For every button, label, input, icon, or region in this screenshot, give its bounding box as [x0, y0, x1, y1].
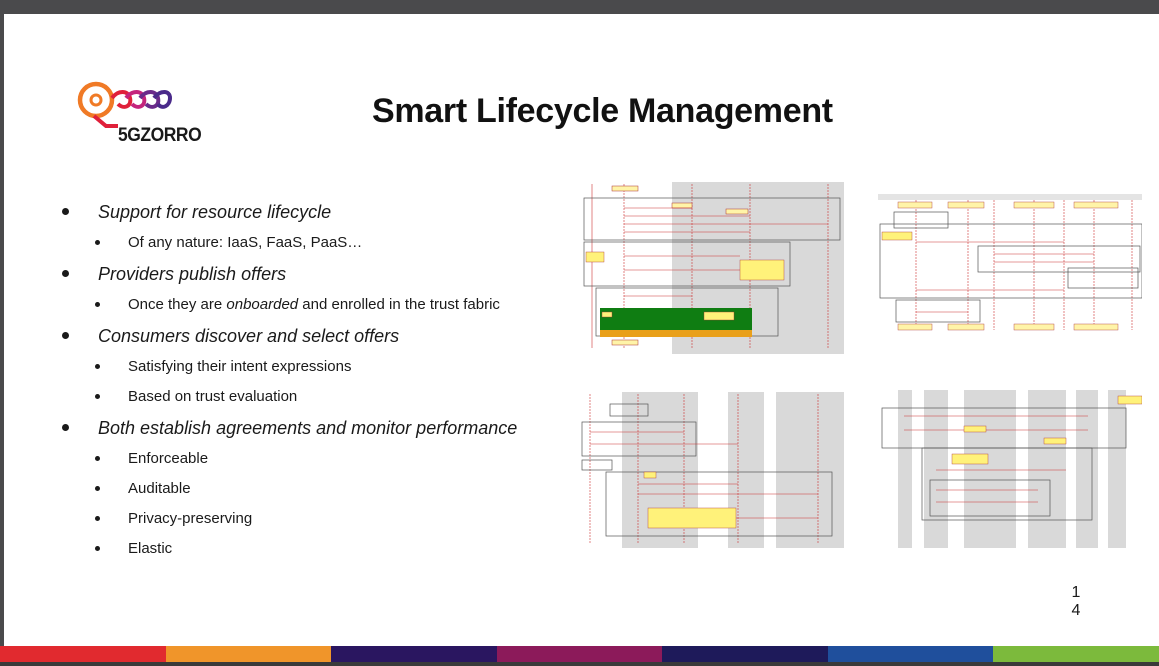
bullet-dot — [95, 546, 100, 551]
page-number: 1 4 — [1071, 584, 1081, 619]
color-bar-segment — [165, 646, 332, 662]
bullet-dot — [62, 270, 69, 277]
bullet-dot — [95, 516, 100, 521]
bullet-dot — [95, 364, 100, 369]
sequence-diagram-thumbnail-2 — [878, 190, 1142, 336]
bullet-dot — [95, 394, 100, 399]
bullet-item: Support for resource lifecycle — [62, 196, 562, 228]
bullet-dot — [95, 302, 100, 307]
sub-bullet-item: Based on trust evaluation — [62, 382, 562, 412]
bullet-dot — [62, 424, 69, 431]
sub-bullet-item: Privacy-preserving — [62, 504, 562, 534]
bullet-dot — [62, 332, 69, 339]
bullet-item: Both establish agreements and monitor pe… — [62, 412, 562, 444]
sub-bullet-item: Satisfying their intent expressions — [62, 352, 562, 382]
bottom-color-bar — [0, 646, 1159, 666]
bullet-item: Consumers discover and select offers — [62, 320, 562, 352]
bullet-item: Providers publish offers — [62, 258, 562, 290]
bottom-border — [0, 662, 1159, 666]
color-bar-segment — [827, 646, 994, 662]
bullet-dot — [95, 486, 100, 491]
color-bar-segment — [662, 646, 828, 662]
bullet-dot — [95, 240, 100, 245]
sub-bullet-item: Once they are onboarded and enrolled in … — [62, 290, 562, 320]
color-bar-segment — [0, 646, 166, 662]
color-bar-segment — [331, 646, 497, 662]
sequence-diagram-thumbnail-4 — [878, 386, 1142, 550]
logo-wordmark: 5GZORRO — [118, 125, 202, 146]
sub-bullet-item: Elastic — [62, 534, 562, 564]
sequence-diagram-thumbnail-1 — [580, 176, 844, 354]
sub-bullet-item: Enforceable — [62, 444, 562, 474]
window-top-strip — [0, 0, 1159, 14]
bullet-list: Support for resource lifecycle Of any na… — [62, 196, 562, 564]
bullet-dot — [95, 456, 100, 461]
slide-title: Smart Lifecycle Management — [372, 92, 833, 130]
sequence-diagram-thumbnail-3 — [580, 386, 844, 550]
color-bar-segment — [496, 646, 663, 662]
sub-bullet-item: Auditable — [62, 474, 562, 504]
bullet-dot — [62, 208, 69, 215]
sub-bullet-item: Of any nature: IaaS, FaaS, PaaS… — [62, 228, 562, 258]
color-bar-segment — [993, 646, 1159, 662]
